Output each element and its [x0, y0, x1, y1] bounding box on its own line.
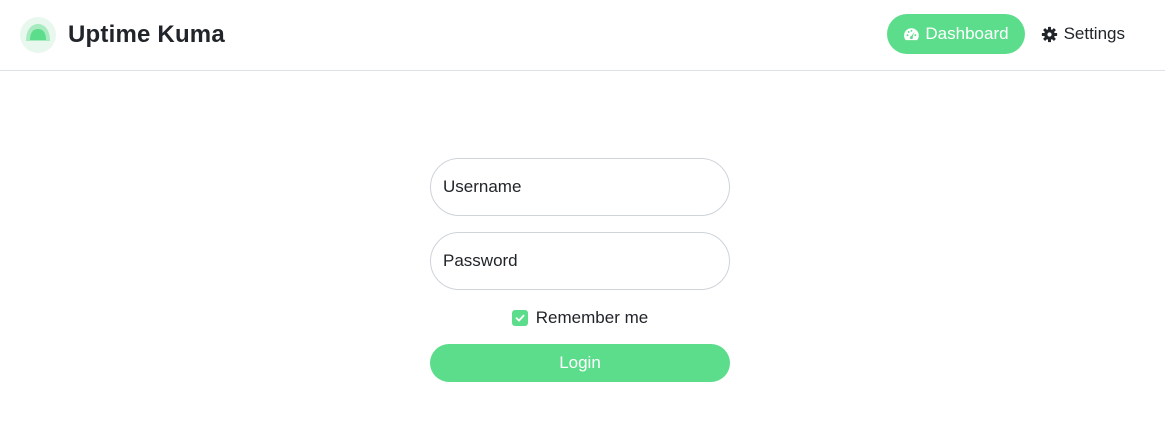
settings-nav-label: Settings [1063, 24, 1125, 43]
remember-me-row: Remember me [430, 306, 730, 330]
top-nav: Dashboard Settings [886, 14, 1135, 54]
login-form: Remember me Login [430, 158, 730, 382]
login-button[interactable]: Login [430, 344, 730, 382]
dashboard-nav-button[interactable]: Dashboard [886, 14, 1025, 54]
username-input[interactable] [431, 159, 729, 215]
password-input[interactable] [431, 233, 729, 289]
app-title: Uptime Kuma [68, 21, 225, 48]
dashboard-nav-label: Dashboard [925, 24, 1009, 43]
remember-me-checkbox[interactable] [511, 310, 528, 326]
brand[interactable]: Uptime Kuma [20, 17, 225, 53]
checkmark-icon [515, 314, 525, 322]
tachometer-icon [903, 27, 919, 40]
top-header: Uptime Kuma Dashboard Settings [0, 0, 1165, 71]
settings-nav-button[interactable]: Settings [1041, 14, 1135, 54]
gear-icon [1041, 26, 1057, 42]
remember-me-label[interactable]: Remember me [536, 308, 648, 328]
password-field-wrapper [430, 232, 730, 290]
username-field-wrapper [430, 158, 730, 216]
uptime-kuma-logo-icon [20, 17, 56, 53]
